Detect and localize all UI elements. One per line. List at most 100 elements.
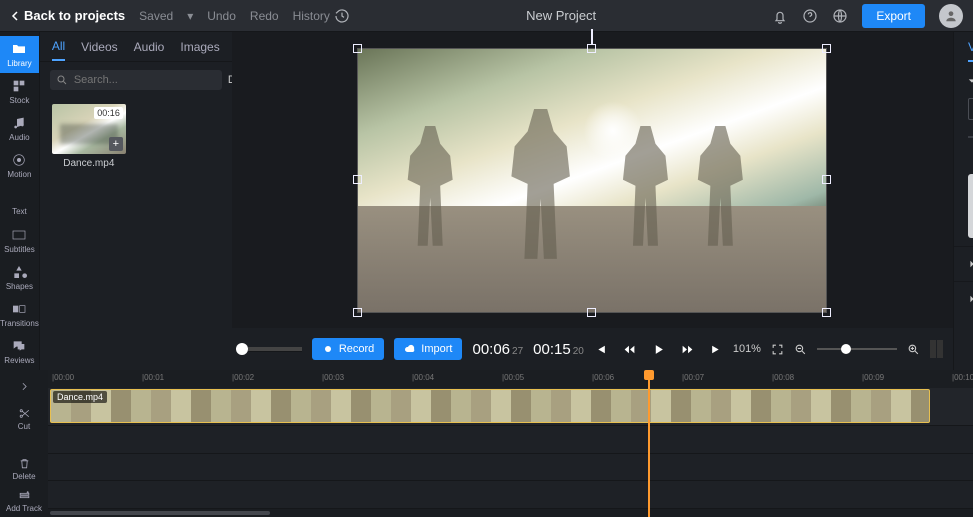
playback-controls	[594, 343, 723, 356]
help-icon[interactable]	[802, 8, 818, 24]
history-button[interactable]: History	[293, 8, 350, 24]
resize-handle-bl[interactable]	[353, 308, 362, 317]
plus-icon	[18, 489, 31, 502]
sidebar-item-text[interactable]: Text	[0, 184, 39, 221]
resize-handle-bc[interactable]	[587, 308, 596, 317]
sidebar-item-library[interactable]: Library	[0, 36, 39, 73]
bell-icon[interactable]	[772, 8, 788, 24]
zoom-out-icon[interactable]	[794, 343, 807, 356]
speed-presets: 0.5x 1x 1.5x 2x	[968, 98, 973, 120]
zoom-controls: 101%	[733, 340, 943, 358]
play-icon[interactable]	[652, 343, 665, 356]
video-speed-toggle[interactable]: Video Speed	[968, 74, 973, 88]
avatar[interactable]	[939, 4, 963, 28]
tab-video[interactable]: Video	[968, 40, 973, 62]
empty-track-1[interactable]	[48, 426, 973, 454]
preview-area	[232, 32, 953, 328]
timeline-clip[interactable]: Dance.mp4	[50, 389, 930, 423]
video-canvas[interactable]	[357, 48, 827, 313]
left-sidebar: Library Stock Audio Motion Text Subtitle…	[0, 32, 40, 370]
sidebar-label: Shapes	[6, 282, 33, 291]
current-time: 00:0627	[472, 341, 523, 358]
skip-end-icon[interactable]	[710, 343, 723, 356]
rewind-icon[interactable]	[623, 343, 636, 356]
speed-slider[interactable]: 1x	[968, 136, 973, 138]
sidebar-item-stock[interactable]: Stock	[0, 73, 39, 110]
timeline-expand-button[interactable]	[0, 370, 48, 402]
resize-handle-tc[interactable]	[587, 44, 596, 53]
split-view-button[interactable]	[930, 340, 943, 358]
import-button[interactable]: Import	[394, 338, 462, 360]
search-input[interactable]	[74, 74, 216, 86]
record-button[interactable]: Record	[312, 338, 384, 360]
skip-start-icon[interactable]	[594, 343, 607, 356]
add-clip-button[interactable]: +	[109, 137, 123, 151]
scrollbar-thumb[interactable]	[50, 511, 270, 515]
timeline-ruler[interactable]: |00:00 |00:01 |00:02 |00:03 |00:04 |00:0…	[48, 370, 973, 388]
cut-label: Cut	[18, 422, 30, 431]
delete-button[interactable]: Delete	[0, 452, 48, 484]
media-clip[interactable]: 00:16 + Dance.mp4	[52, 104, 126, 169]
user-icon	[944, 9, 958, 23]
resize-handle-tr[interactable]	[822, 44, 831, 53]
in-out-slider[interactable]	[242, 343, 302, 355]
back-to-projects-button[interactable]: Back to projects	[10, 8, 125, 23]
speed-hint: ↔ Or press Shift and drag the right edge…	[968, 174, 973, 238]
zoom-level[interactable]: 101%	[733, 343, 761, 355]
sidebar-item-shapes[interactable]: Shapes	[0, 259, 39, 296]
sidebar-item-motion[interactable]: Motion	[0, 147, 39, 184]
speed-0-5x[interactable]: 0.5x	[968, 98, 973, 120]
empty-track-3[interactable]	[48, 481, 973, 509]
video-speed-section: Video Speed 0.5x 1x 1.5x 2x 1x	[954, 62, 973, 150]
add-track-button[interactable]: Add Track	[0, 485, 48, 517]
resize-handle-tl[interactable]	[353, 44, 362, 53]
cut-button[interactable]: Cut	[0, 402, 48, 434]
saved-status: Saved	[139, 9, 173, 23]
empty-track-2[interactable]	[48, 454, 973, 482]
sidebar-label: Subtitles	[4, 245, 35, 254]
sidebar-item-audio[interactable]: Audio	[0, 110, 39, 147]
clip-thumbnail: 00:16 +	[52, 104, 126, 154]
scissors-icon	[18, 407, 31, 420]
chevron-down-icon	[968, 77, 973, 85]
sidebar-item-reviews[interactable]: Reviews	[0, 333, 39, 370]
globe-icon[interactable]	[832, 8, 848, 24]
rotate-handle[interactable]	[591, 29, 593, 44]
fullscreen-icon[interactable]	[771, 343, 784, 356]
ruler-tick: |00:08	[772, 373, 794, 382]
sidebar-label: Audio	[9, 133, 29, 142]
right-tabs: Video Effects Color	[954, 32, 973, 62]
tab-audio[interactable]: Audio	[134, 34, 165, 60]
video-track[interactable]: Dance.mp4	[48, 388, 973, 426]
record-label: Record	[339, 343, 374, 355]
total-time: 00:1520	[533, 341, 584, 358]
zoom-knob[interactable]	[841, 344, 851, 354]
search-icon	[56, 74, 68, 86]
loop-video-toggle[interactable]: Loop Video	[954, 246, 973, 281]
ruler-tick: |00:10	[952, 373, 973, 382]
timeline-scrollbar[interactable]	[48, 509, 973, 517]
undo-button[interactable]: Undo	[207, 9, 236, 23]
forward-icon[interactable]	[681, 343, 694, 356]
search-box[interactable]	[50, 70, 222, 90]
zoom-in-icon[interactable]	[907, 343, 920, 356]
resize-handle-lc[interactable]	[353, 175, 362, 184]
resize-handle-rc[interactable]	[822, 175, 831, 184]
stock-icon	[11, 78, 27, 94]
resize-handle-br[interactable]	[822, 308, 831, 317]
sidebar-item-transitions[interactable]: Transitions	[0, 296, 39, 333]
tab-all[interactable]: All	[52, 33, 65, 61]
tab-images[interactable]: Images	[180, 34, 219, 60]
playhead[interactable]	[648, 370, 650, 517]
export-button[interactable]: Export	[862, 4, 925, 28]
perspective-toggle[interactable]: Perspective	[954, 281, 973, 316]
top-bar: Back to projects Saved ▾ Undo Redo Histo…	[0, 0, 973, 32]
trash-icon	[18, 457, 31, 470]
sidebar-item-subtitles[interactable]: Subtitles	[0, 222, 39, 259]
zoom-slider[interactable]	[817, 348, 897, 350]
redo-button[interactable]: Redo	[250, 9, 279, 23]
timeline-body[interactable]: |00:00 |00:01 |00:02 |00:03 |00:04 |00:0…	[48, 370, 973, 517]
project-title[interactable]: New Project	[364, 8, 758, 23]
saved-dropdown-icon[interactable]: ▾	[187, 9, 193, 23]
tab-videos[interactable]: Videos	[81, 34, 117, 60]
